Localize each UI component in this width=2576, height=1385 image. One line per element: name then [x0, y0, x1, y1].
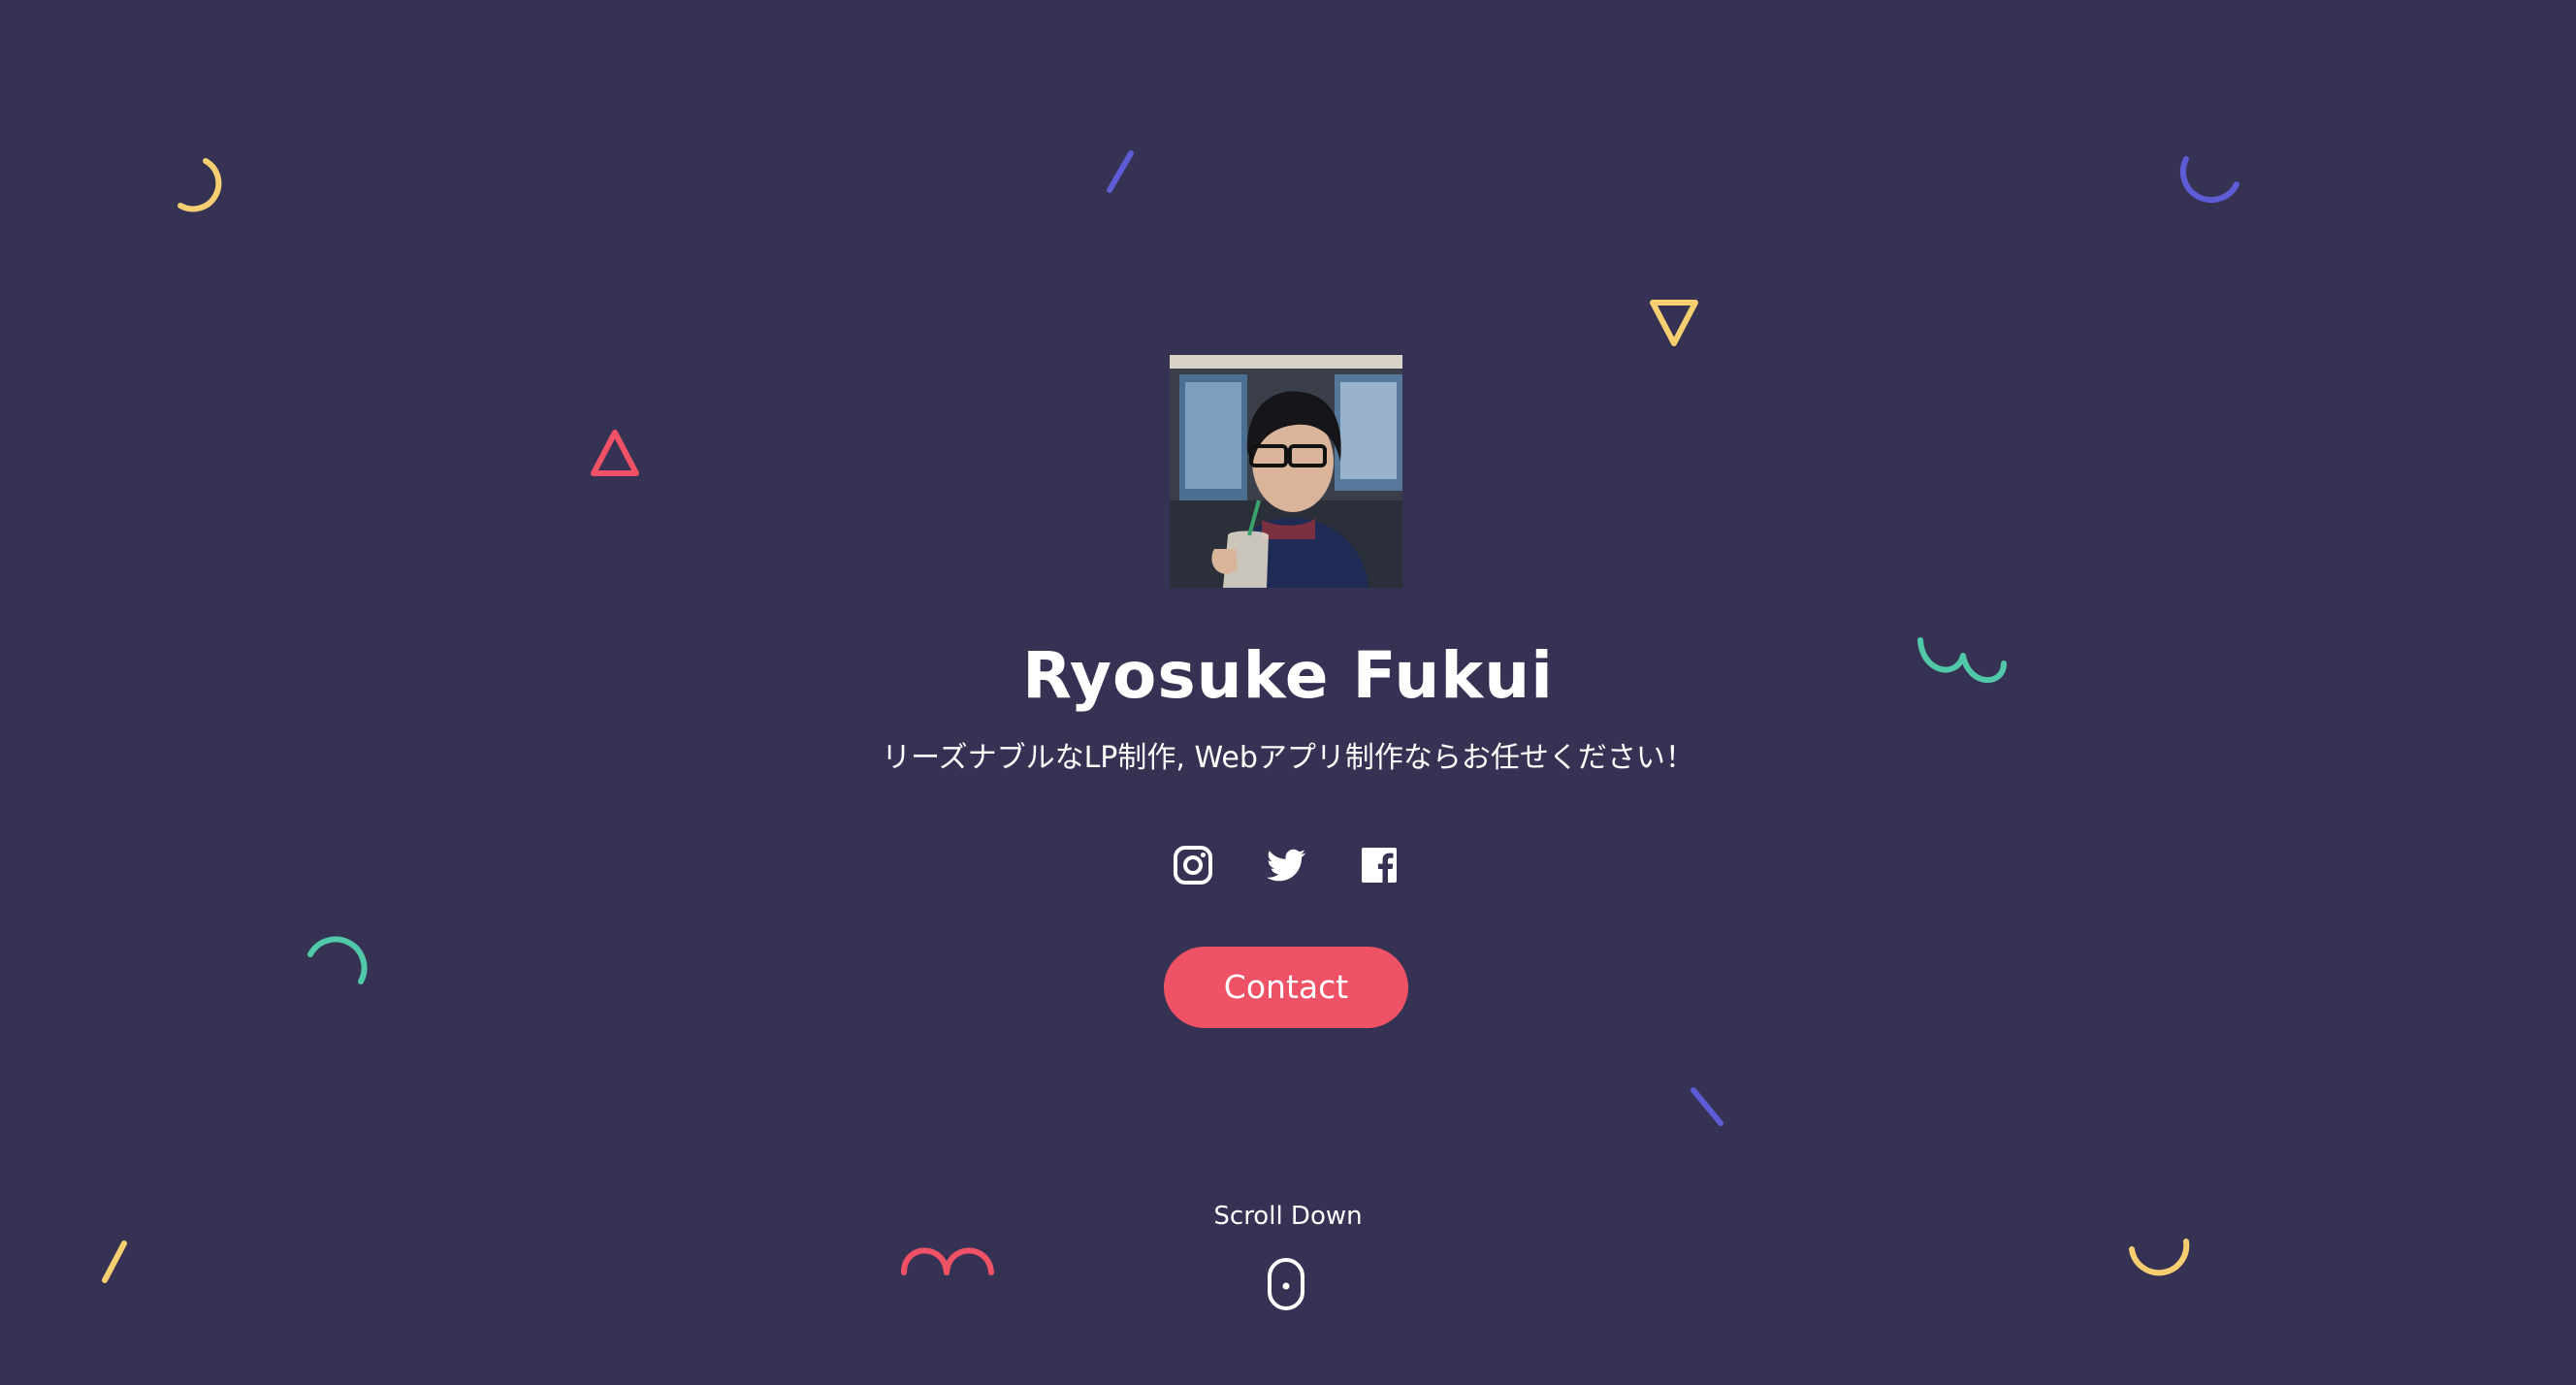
red-wave-shape — [901, 1247, 994, 1275]
yellow-triangle-shape — [1650, 300, 1698, 346]
purple-slash-shape-2 — [1690, 1087, 1723, 1126]
profile-tagline: リーズナブルなLP制作, Webアプリ制作ならお任せください！ — [882, 741, 1694, 775]
twitter-icon — [1267, 849, 1305, 882]
teal-arc-shape — [307, 936, 368, 984]
instagram-icon — [1174, 846, 1212, 885]
scroll-mouse-icon[interactable] — [1267, 1257, 1305, 1311]
profile-avatar — [1170, 355, 1402, 588]
facebook-link[interactable] — [1356, 842, 1402, 888]
yellow-arc-shape — [177, 158, 222, 212]
scroll-down-label: Scroll Down — [1213, 1202, 1363, 1231]
social-links — [1170, 842, 1402, 888]
facebook-icon — [1362, 848, 1397, 883]
purple-arc-shape — [2179, 156, 2239, 204]
twitter-link[interactable] — [1263, 842, 1309, 888]
red-triangle-shape — [591, 430, 639, 476]
hero-section: Ryosuke Fukui リーズナブルなLP制作, Webアプリ制作ならお任せ… — [0, 0, 2576, 1385]
purple-slash-shape — [1107, 150, 1134, 193]
yellow-arc-shape-2 — [2129, 1239, 2190, 1276]
instagram-link[interactable] — [1170, 842, 1216, 888]
profile-name: Ryosuke Fukui — [1022, 638, 1554, 713]
contact-button[interactable]: Contact — [1164, 947, 1408, 1028]
yellow-slash-shape — [102, 1240, 127, 1283]
